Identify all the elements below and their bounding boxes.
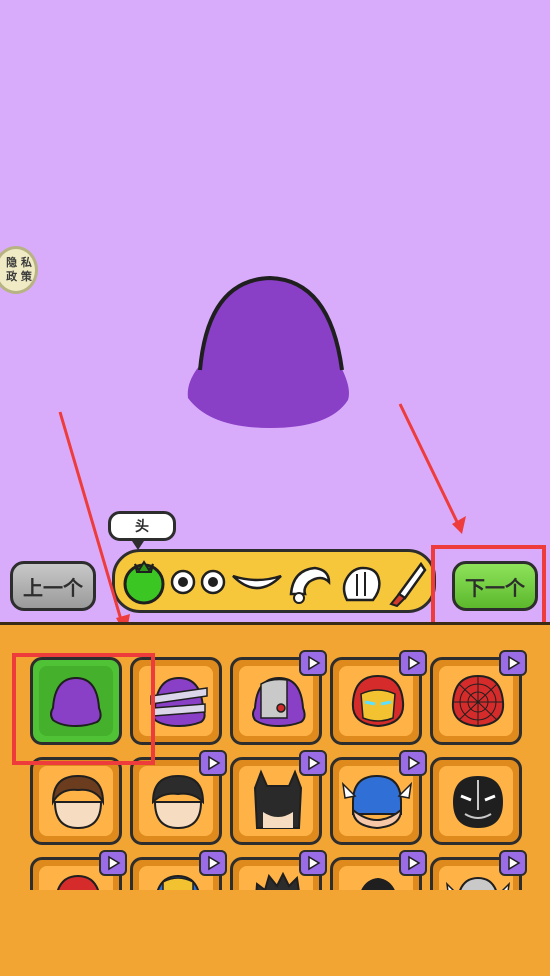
privacy-line1: 隐 私 xyxy=(6,256,32,269)
spider-man-head-icon xyxy=(451,674,505,728)
play-icon xyxy=(508,655,521,671)
winged-helmet-head-icon xyxy=(341,774,413,830)
video-badge xyxy=(299,850,327,876)
option-iron-man-head[interactable] xyxy=(330,650,427,745)
hand-icon[interactable] xyxy=(337,560,385,606)
video-badge xyxy=(399,850,427,876)
option-dark-hair-head[interactable] xyxy=(130,750,227,845)
video-badge xyxy=(99,850,127,876)
dark-hair-head-icon xyxy=(151,774,205,830)
video-badge xyxy=(399,750,427,776)
play-icon xyxy=(308,855,321,871)
brown-hair-head-icon xyxy=(51,774,105,830)
eye-icon[interactable] xyxy=(169,568,197,596)
smile-mouth-icon[interactable] xyxy=(229,570,285,596)
option-winged-helmet-head[interactable] xyxy=(330,750,427,845)
play-icon xyxy=(208,855,221,871)
category-label-bubble: 头 xyxy=(108,511,176,541)
video-badge xyxy=(399,650,427,676)
play-icon xyxy=(308,655,321,671)
cyborg-head-icon xyxy=(252,676,306,728)
bandaged-head-icon xyxy=(150,676,208,728)
video-badge xyxy=(199,750,227,776)
play-icon xyxy=(408,855,421,871)
character-head-preview xyxy=(187,275,349,428)
play-icon xyxy=(108,855,121,871)
option-brown-hair-head[interactable] xyxy=(30,757,122,845)
highlight-next-button xyxy=(431,545,546,626)
melon-head-icon[interactable] xyxy=(121,556,167,606)
option-batman-head[interactable] xyxy=(230,750,327,845)
play-icon xyxy=(208,755,221,771)
bottom-panel-fill xyxy=(0,890,550,976)
previous-button[interactable]: 上一个 xyxy=(10,561,96,611)
iron-man-head-icon xyxy=(351,674,405,728)
play-icon xyxy=(408,655,421,671)
option-black-panther-head[interactable] xyxy=(430,757,522,845)
video-badge xyxy=(499,850,527,876)
play-icon xyxy=(508,855,521,871)
video-badge xyxy=(199,850,227,876)
preview-stage: 隐 私 政 策 上一个 下一个 头 xyxy=(0,0,550,626)
option-cyborg-head[interactable] xyxy=(230,650,327,745)
category-bar xyxy=(112,549,436,613)
play-icon xyxy=(308,755,321,771)
video-badge xyxy=(499,650,527,676)
highlight-selected-option xyxy=(12,653,155,765)
video-badge xyxy=(299,750,327,776)
option-spider-man-head[interactable] xyxy=(430,650,527,745)
black-panther-head-icon xyxy=(453,776,503,828)
cap-icon[interactable] xyxy=(285,560,335,606)
play-icon xyxy=(408,755,421,771)
eye-icon[interactable] xyxy=(199,568,227,596)
knife-icon[interactable] xyxy=(385,560,429,608)
batman-head-icon xyxy=(253,769,303,829)
privacy-line2: 政 策 xyxy=(6,270,32,283)
video-badge xyxy=(299,650,327,676)
privacy-policy-badge[interactable]: 隐 私 政 策 xyxy=(0,246,38,294)
